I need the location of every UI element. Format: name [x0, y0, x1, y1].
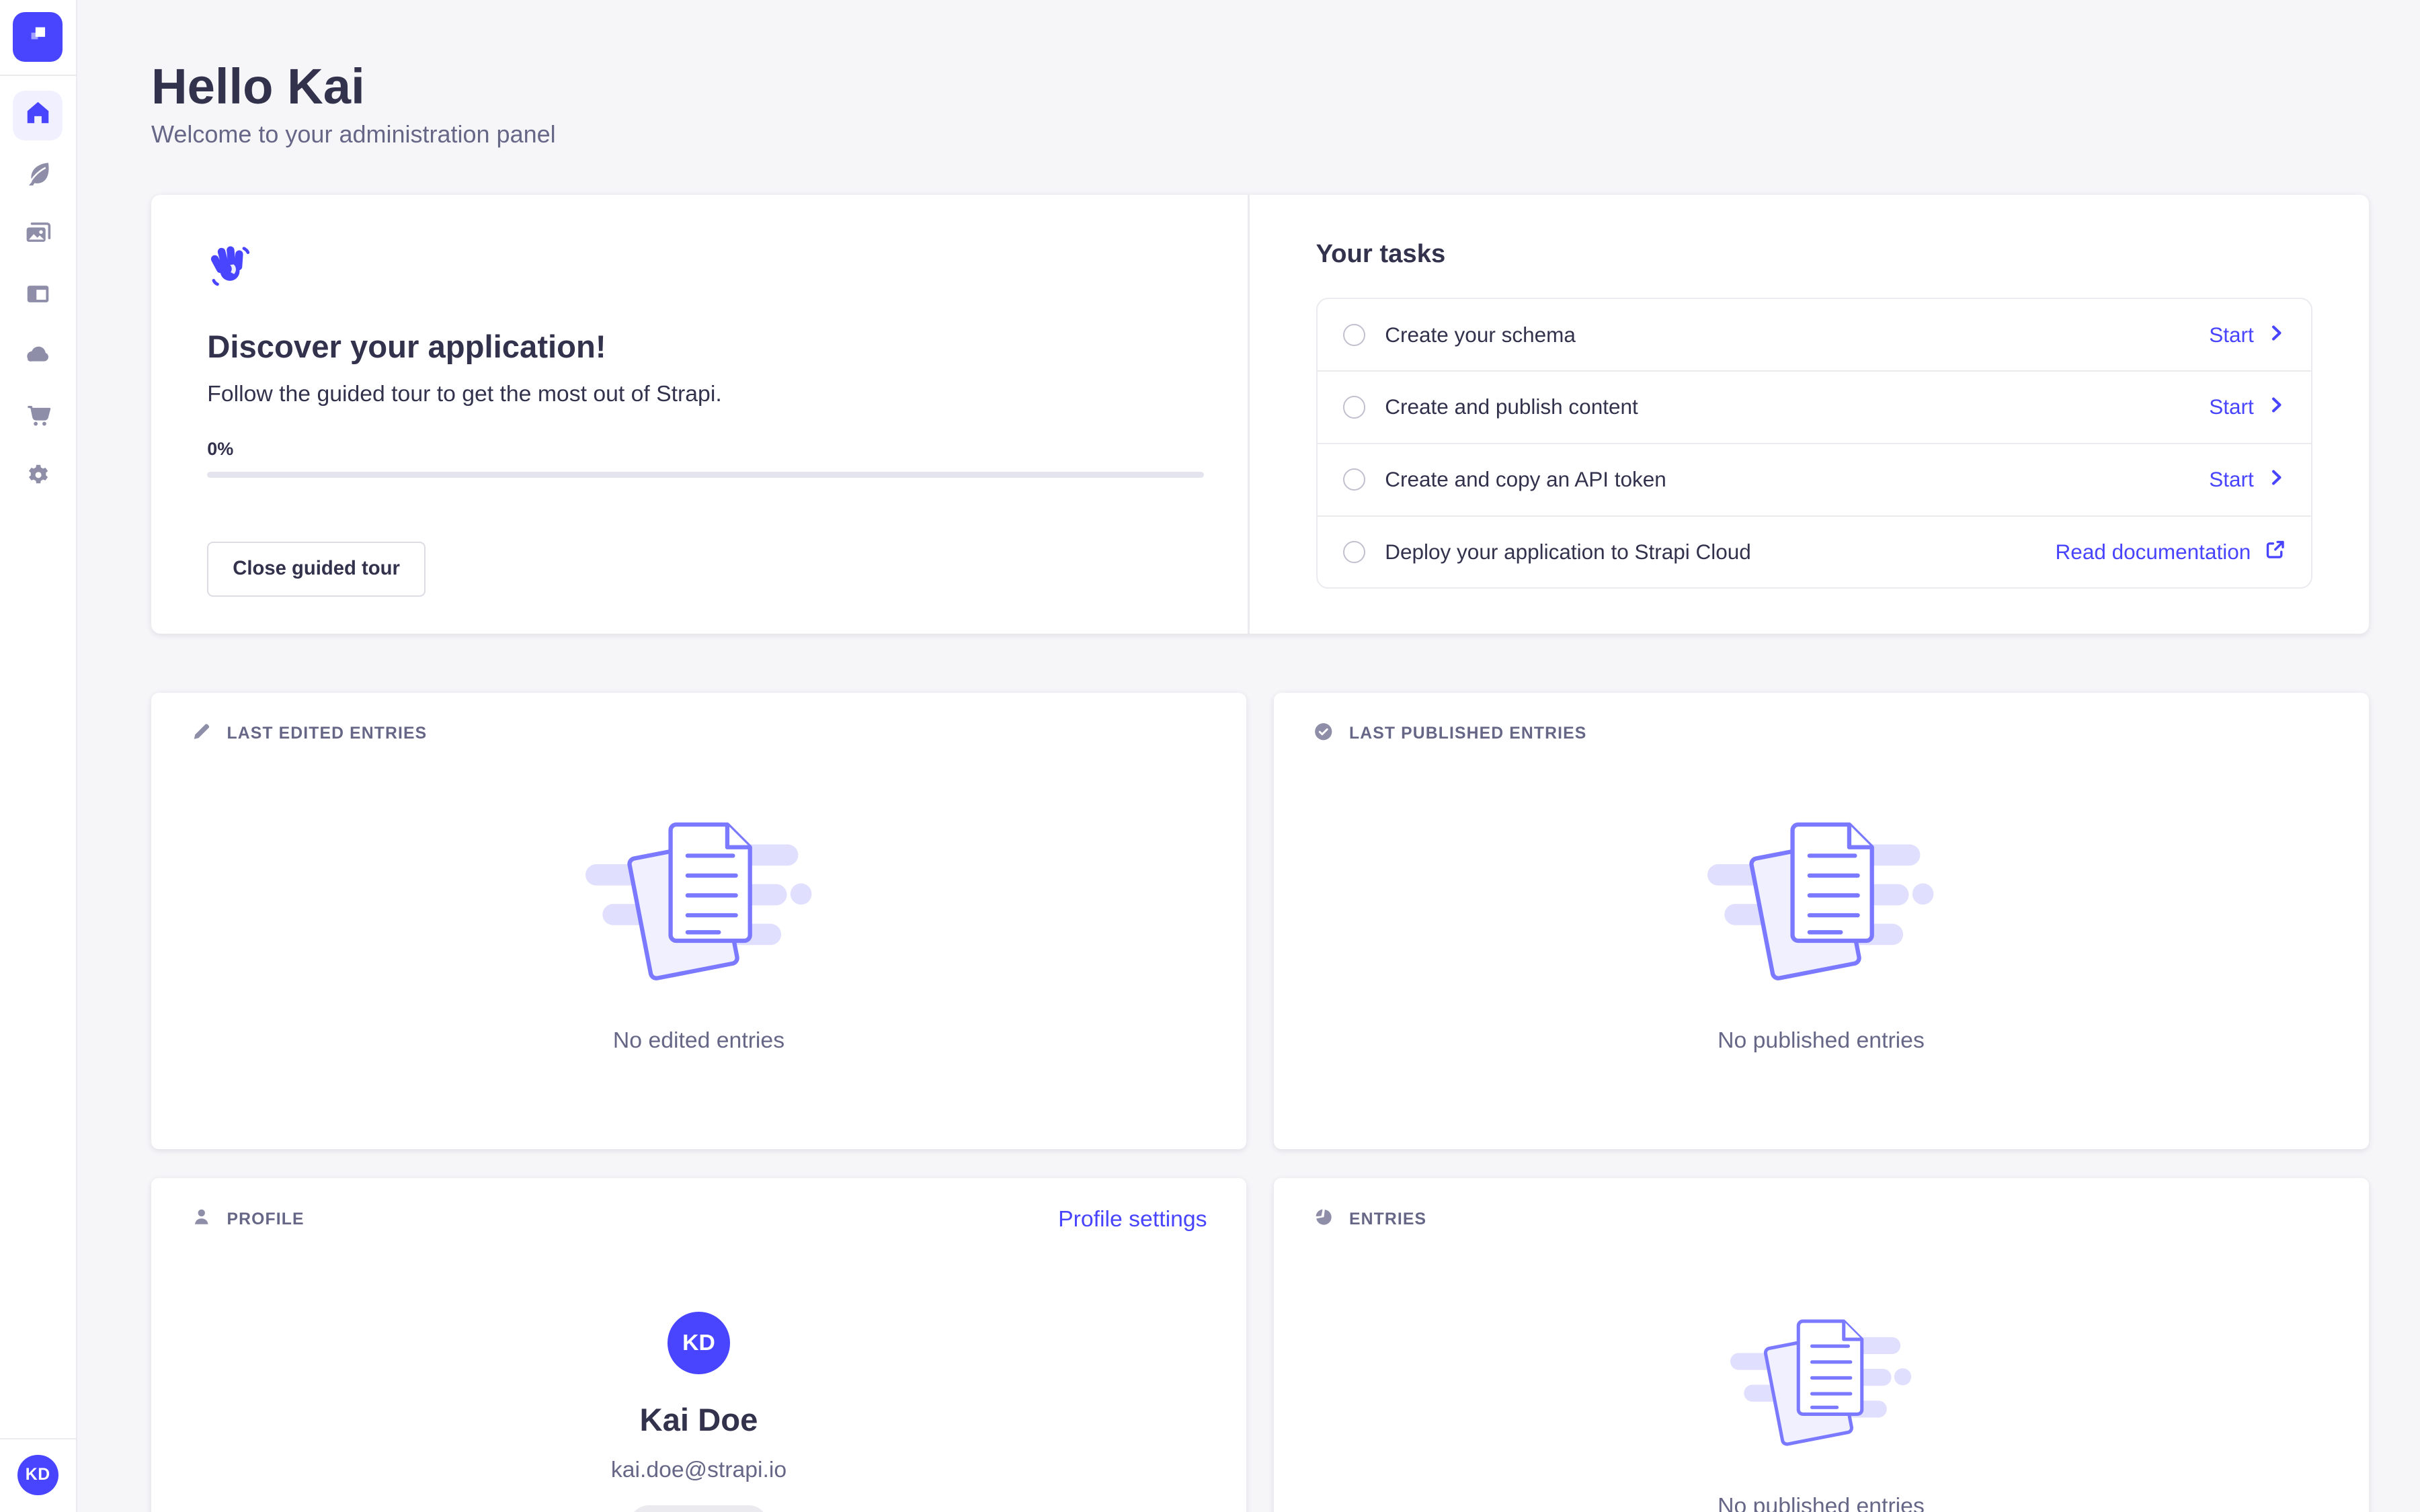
- discover-section: Discover your application! Follow the gu…: [151, 195, 1248, 634]
- waving-hand-icon: [207, 267, 255, 294]
- tasks-section: Your tasks Create your schema Start: [1250, 195, 2369, 634]
- empty-caption: No edited entries: [613, 1026, 784, 1055]
- task-status-circle-icon: [1343, 468, 1365, 491]
- task-action-label: Start: [2209, 467, 2254, 492]
- pie-chart-icon: [1313, 1205, 1334, 1233]
- user-avatar[interactable]: KD: [17, 1455, 58, 1496]
- empty-documents-illustration: [1730, 1312, 1912, 1462]
- tasks-list: Create your schema Start Create and publ…: [1316, 298, 2313, 589]
- task-row-deploy-cloud[interactable]: Deploy your application to Strapi Cloud …: [1318, 515, 2312, 588]
- profile-card: PROFILE Profile settings KD Kai Doe kai.…: [151, 1178, 1246, 1512]
- strapi-logo-icon: [24, 19, 52, 54]
- strapi-logo[interactable]: [13, 12, 63, 62]
- task-row-create-schema[interactable]: Create your schema Start: [1318, 299, 2312, 370]
- task-read-documentation-link[interactable]: Read documentation: [2056, 539, 2286, 566]
- card-label: LAST PUBLISHED ENTRIES: [1349, 723, 1586, 745]
- task-status-circle-icon: [1343, 324, 1365, 346]
- pictures-icon: [23, 218, 53, 255]
- card-header: PROFILE Profile settings: [151, 1178, 1246, 1234]
- sidebar-item-media-library[interactable]: [13, 212, 63, 261]
- progress-label: 0%: [207, 439, 1203, 460]
- empty-state: No edited entries: [151, 812, 1246, 1055]
- task-status-circle-icon: [1343, 541, 1365, 563]
- page-title: Hello Kai: [151, 59, 2369, 114]
- empty-documents-illustration: [586, 812, 813, 999]
- task-action-label: Start: [2209, 323, 2254, 347]
- profile-avatar: KD: [668, 1312, 729, 1374]
- sidebar: KD: [0, 0, 77, 1512]
- chevron-right-icon: [2267, 394, 2286, 419]
- strapi-admin-dashboard: KD Hello Kai Welcome to your administrat…: [0, 0, 2420, 1512]
- cart-icon: [23, 400, 53, 436]
- card-header: LAST PUBLISHED ENTRIES: [1274, 693, 2369, 749]
- card-header: ENTRIES: [1274, 1178, 2369, 1234]
- last-edited-entries-card: LAST EDITED ENTRIES: [151, 693, 1246, 1150]
- profile-body: KD Kai Doe kai.doe@strapi.io: [151, 1233, 1246, 1512]
- pencil-icon: [191, 720, 212, 748]
- task-row-api-token[interactable]: Create and copy an API token Start: [1318, 443, 2312, 515]
- main-content: Hello Kai Welcome to your administration…: [76, 0, 2420, 1512]
- task-label: Create and copy an API token: [1385, 467, 1666, 492]
- sidebar-item-cloud[interactable]: [13, 333, 63, 382]
- task-start-link[interactable]: Start: [2209, 394, 2286, 419]
- empty-caption: No published entries: [1718, 1492, 1925, 1512]
- chevron-right-icon: [2267, 467, 2286, 492]
- profile-settings-link[interactable]: Profile settings: [1058, 1206, 1207, 1232]
- empty-state: No published entries: [1274, 1233, 2369, 1512]
- entries-card: ENTRIES: [1274, 1178, 2369, 1512]
- task-action-label: Read documentation: [2056, 540, 2251, 564]
- gear-icon: [23, 460, 53, 497]
- progress-bar: [207, 472, 1204, 478]
- empty-documents-illustration: [1707, 812, 1935, 999]
- external-link-icon: [2265, 539, 2286, 566]
- sidebar-item-home[interactable]: [13, 91, 63, 140]
- task-status-circle-icon: [1343, 396, 1365, 418]
- card-label: LAST EDITED ENTRIES: [227, 723, 428, 745]
- role-badge: [629, 1505, 768, 1512]
- profile-email: kai.doe@strapi.io: [611, 1456, 787, 1484]
- close-guided-tour-button[interactable]: Close guided tour: [207, 542, 426, 597]
- layout-icon: [23, 279, 53, 315]
- widgets-row-2: PROFILE Profile settings KD Kai Doe kai.…: [151, 1178, 2369, 1512]
- chevron-right-icon: [2267, 323, 2286, 347]
- feather-icon: [23, 158, 53, 194]
- sidebar-item-settings[interactable]: [13, 454, 63, 503]
- last-published-entries-card: LAST PUBLISHED ENTRIES: [1274, 693, 2369, 1150]
- task-label: Deploy your application to Strapi Cloud: [1385, 540, 1751, 564]
- task-label: Create your schema: [1385, 323, 1576, 347]
- task-label: Create and publish content: [1385, 394, 1638, 419]
- widgets-row-1: LAST EDITED ENTRIES: [151, 693, 2369, 1150]
- discover-title: Discover your application!: [207, 328, 1203, 368]
- task-start-link[interactable]: Start: [2209, 323, 2286, 347]
- task-start-link[interactable]: Start: [2209, 467, 2286, 492]
- tasks-title: Your tasks: [1316, 237, 2313, 271]
- card-label: ENTRIES: [1349, 1209, 1426, 1230]
- task-row-publish-content[interactable]: Create and publish content Start: [1318, 370, 2312, 443]
- sidebar-nav: [13, 76, 63, 504]
- sidebar-item-content-type-builder[interactable]: [13, 272, 63, 322]
- card-label: PROFILE: [227, 1209, 305, 1230]
- check-circle-icon: [1313, 720, 1334, 748]
- sidebar-item-content-manager[interactable]: [13, 151, 63, 201]
- profile-name: Kai Doe: [640, 1401, 758, 1441]
- user-icon: [191, 1205, 212, 1233]
- empty-state: No published entries: [1274, 812, 2369, 1055]
- page-subtitle: Welcome to your administration panel: [151, 118, 2369, 150]
- card-header: LAST EDITED ENTRIES: [151, 693, 1246, 749]
- empty-caption: No published entries: [1718, 1026, 1925, 1055]
- logo-section: [0, 0, 76, 76]
- home-icon: [23, 97, 53, 134]
- guided-tour-panel: Discover your application! Follow the gu…: [151, 195, 2369, 634]
- sidebar-footer: KD: [0, 1438, 76, 1512]
- sidebar-item-marketplace[interactable]: [13, 393, 63, 443]
- task-action-label: Start: [2209, 394, 2254, 419]
- cloud-icon: [23, 339, 53, 376]
- discover-description: Follow the guided tour to get the most o…: [207, 380, 1203, 409]
